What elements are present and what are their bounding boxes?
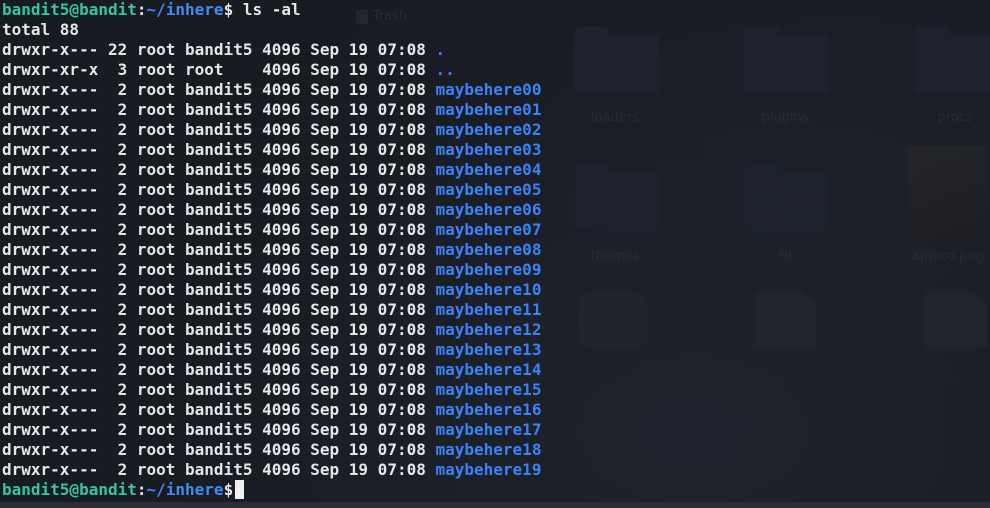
listing-meta: drwxr-x--- 2 root bandit5 4096 Sep 19 07… bbox=[2, 420, 436, 439]
directory-name: maybehere00 bbox=[435, 80, 542, 99]
directory-name: maybehere01 bbox=[435, 100, 542, 119]
directory-name: maybehere16 bbox=[435, 400, 542, 419]
directory-name: maybehere12 bbox=[435, 320, 542, 339]
text-cursor[interactable] bbox=[235, 480, 245, 499]
directory-name: maybehere06 bbox=[435, 200, 542, 219]
listing-row: drwxr-x--- 2 root bandit5 4096 Sep 19 07… bbox=[2, 360, 541, 380]
listing-meta: drwxr-x--- 2 root bandit5 4096 Sep 19 07… bbox=[2, 80, 436, 99]
directory-name: maybehere15 bbox=[435, 380, 542, 399]
listing-meta: drwxr-x--- 2 root bandit5 4096 Sep 19 07… bbox=[2, 300, 436, 319]
directory-name: maybehere04 bbox=[435, 160, 542, 179]
listing-row: drwxr-x--- 2 root bandit5 4096 Sep 19 07… bbox=[2, 180, 541, 200]
listing-meta: drwxr-x--- 2 root bandit5 4096 Sep 19 07… bbox=[2, 280, 436, 299]
listing-row: drwxr-x--- 2 root bandit5 4096 Sep 19 07… bbox=[2, 380, 541, 400]
listing-meta: drwxr-x--- 2 root bandit5 4096 Sep 19 07… bbox=[2, 160, 436, 179]
prompt-dollar: $ bbox=[223, 0, 234, 19]
listing-row: drwxr-x--- 2 root bandit5 4096 Sep 19 07… bbox=[2, 320, 541, 340]
directory-name: maybehere09 bbox=[435, 260, 542, 279]
prompt-colon: : bbox=[136, 0, 147, 19]
listing-row: drwxr-x--- 2 root bandit5 4096 Sep 19 07… bbox=[2, 240, 541, 260]
prompt-line: bandit5@bandit:~/inhere$ ls -al bbox=[2, 0, 301, 20]
listing-meta: drwxr-x--- 2 root bandit5 4096 Sep 19 07… bbox=[2, 400, 436, 419]
directory-name: maybehere14 bbox=[435, 360, 542, 379]
listing-row: drwxr-x--- 2 root bandit5 4096 Sep 19 07… bbox=[2, 420, 541, 440]
listing-meta: drwxr-x--- 2 root bandit5 4096 Sep 19 07… bbox=[2, 360, 436, 379]
listing-row: drwxr-x--- 2 root bandit5 4096 Sep 19 07… bbox=[2, 80, 541, 100]
window-bottom-edge bbox=[0, 502, 990, 508]
listing-row: drwxr-x--- 2 root bandit5 4096 Sep 19 07… bbox=[2, 460, 541, 480]
prompt-line[interactable]: bandit5@bandit:~/inhere$ bbox=[2, 480, 245, 500]
directory-name: .. bbox=[435, 60, 455, 79]
terminal-window[interactable]: bandit5@bandit:~/inhere$ ls -al total 88… bbox=[0, 0, 990, 508]
directory-name: maybehere18 bbox=[435, 440, 542, 459]
listing-row: drwxr-x--- 2 root bandit5 4096 Sep 19 07… bbox=[2, 280, 541, 300]
listing-row: drwxr-x--- 2 root bandit5 4096 Sep 19 07… bbox=[2, 120, 541, 140]
listing-meta: drwxr-x--- 2 root bandit5 4096 Sep 19 07… bbox=[2, 240, 436, 259]
listing-meta: drwxr-x--- 2 root bandit5 4096 Sep 19 07… bbox=[2, 100, 436, 119]
directory-name: maybehere02 bbox=[435, 120, 542, 139]
directory-name: maybehere10 bbox=[435, 280, 542, 299]
listing-row: drwxr-x--- 2 root bandit5 4096 Sep 19 07… bbox=[2, 160, 541, 180]
directory-name: maybehere17 bbox=[435, 420, 542, 439]
listing-meta: drwxr-x--- 2 root bandit5 4096 Sep 19 07… bbox=[2, 180, 436, 199]
listing-row: drwxr-x--- 2 root bandit5 4096 Sep 19 07… bbox=[2, 260, 541, 280]
listing-row: drwxr-x--- 22 root bandit5 4096 Sep 19 0… bbox=[2, 40, 445, 60]
prompt-dollar: $ bbox=[223, 480, 234, 499]
prompt-user-host: bandit5@bandit bbox=[2, 480, 137, 499]
directory-name: maybehere07 bbox=[435, 220, 542, 239]
total-line: total 88 bbox=[2, 20, 80, 39]
listing-row: drwxr-x--- 2 root bandit5 4096 Sep 19 07… bbox=[2, 400, 541, 420]
listing-meta: drwxr-x--- 2 root bandit5 4096 Sep 19 07… bbox=[2, 340, 436, 359]
listing-meta: drwxr-x--- 2 root bandit5 4096 Sep 19 07… bbox=[2, 200, 436, 219]
listing-row: drwxr-xr-x 3 root root 4096 Sep 19 07:08… bbox=[2, 60, 455, 80]
listing-row: drwxr-x--- 2 root bandit5 4096 Sep 19 07… bbox=[2, 300, 541, 320]
listing-row: drwxr-x--- 2 root bandit5 4096 Sep 19 07… bbox=[2, 220, 541, 240]
directory-name: . bbox=[435, 40, 446, 59]
listing-meta: drwxr-x--- 2 root bandit5 4096 Sep 19 07… bbox=[2, 320, 436, 339]
directory-name: maybehere13 bbox=[435, 340, 542, 359]
listing-meta: drwxr-x--- 2 root bandit5 4096 Sep 19 07… bbox=[2, 120, 436, 139]
listing-meta: drwxr-x--- 2 root bandit5 4096 Sep 19 07… bbox=[2, 260, 436, 279]
directory-name: maybehere05 bbox=[435, 180, 542, 199]
listing-meta: drwxr-x--- 2 root bandit5 4096 Sep 19 07… bbox=[2, 460, 436, 479]
directory-name: maybehere19 bbox=[435, 460, 542, 479]
prompt-path: ~/inhere bbox=[146, 480, 224, 499]
listing-row: drwxr-x--- 2 root bandit5 4096 Sep 19 07… bbox=[2, 100, 541, 120]
listing-meta: drwxr-x--- 2 root bandit5 4096 Sep 19 07… bbox=[2, 380, 436, 399]
command-text: ls -al bbox=[233, 0, 301, 19]
prompt-colon: : bbox=[136, 480, 147, 499]
listing-row: drwxr-x--- 2 root bandit5 4096 Sep 19 07… bbox=[2, 140, 541, 160]
listing-meta: drwxr-x--- 2 root bandit5 4096 Sep 19 07… bbox=[2, 220, 436, 239]
directory-name: maybehere03 bbox=[435, 140, 542, 159]
listing-meta: drwxr-x--- 2 root bandit5 4096 Sep 19 07… bbox=[2, 140, 436, 159]
directory-name: maybehere11 bbox=[435, 300, 542, 319]
directory-name: maybehere08 bbox=[435, 240, 542, 259]
listing-meta: drwxr-x--- 2 root bandit5 4096 Sep 19 07… bbox=[2, 440, 436, 459]
prompt-path: ~/inhere bbox=[146, 0, 224, 19]
listing-row: drwxr-x--- 2 root bandit5 4096 Sep 19 07… bbox=[2, 200, 541, 220]
listing-row: drwxr-x--- 2 root bandit5 4096 Sep 19 07… bbox=[2, 340, 541, 360]
listing-meta: drwxr-xr-x 3 root root 4096 Sep 19 07:08 bbox=[2, 60, 436, 79]
listing-row: drwxr-x--- 2 root bandit5 4096 Sep 19 07… bbox=[2, 440, 541, 460]
prompt-user-host: bandit5@bandit bbox=[2, 0, 137, 19]
listing-meta: drwxr-x--- 22 root bandit5 4096 Sep 19 0… bbox=[2, 40, 436, 59]
